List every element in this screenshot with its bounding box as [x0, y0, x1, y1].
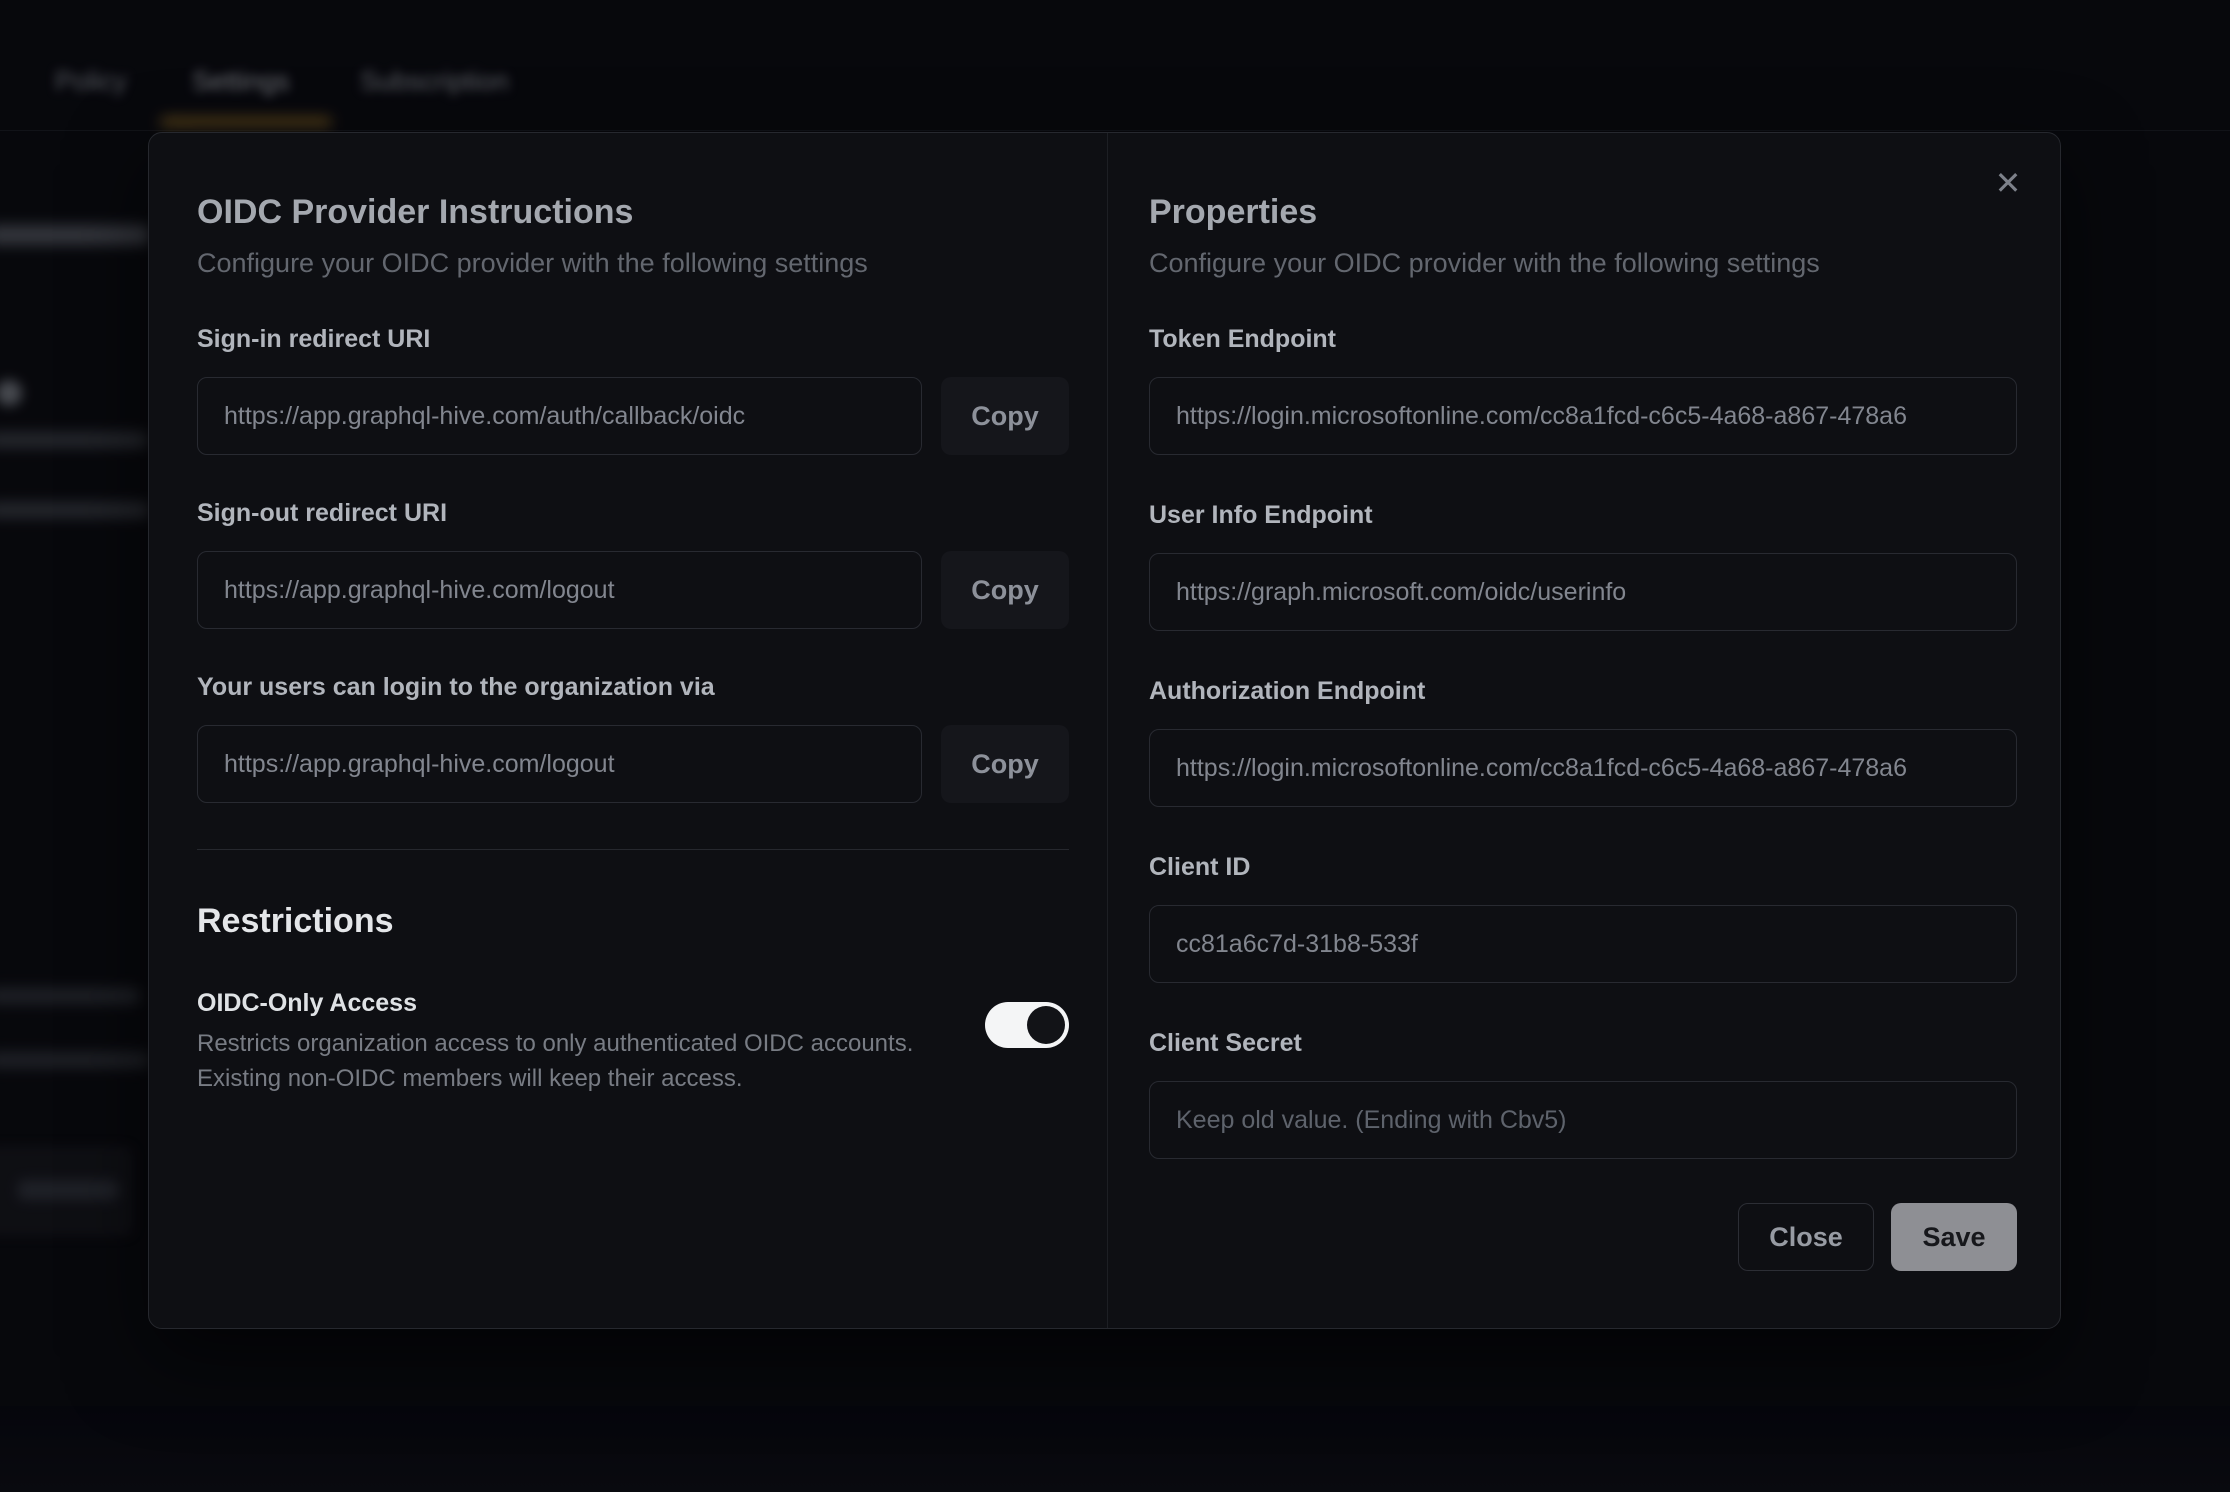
client-secret-label: Client Secret — [1149, 1027, 2017, 1059]
token-endpoint-field: Token Endpoint — [1149, 323, 2017, 455]
signout-redirect-field: Sign-out redirect URI Copy — [197, 497, 1069, 629]
oidc-only-access-label: OIDC-Only Access — [197, 986, 945, 1020]
login-url-field: Your users can login to the organization… — [197, 671, 1069, 803]
instructions-title: OIDC Provider Instructions — [197, 191, 1069, 233]
screen: Policy Settings Subscription ✕ OIDC Prov… — [0, 0, 2230, 1492]
signin-redirect-label: Sign-in redirect URI — [197, 323, 1069, 355]
client-secret-field: Client Secret — [1149, 1027, 2017, 1159]
userinfo-endpoint-input[interactable] — [1149, 553, 2017, 631]
properties-subtitle: Configure your OIDC provider with the fo… — [1149, 247, 2017, 279]
oidc-only-access-toggle[interactable] — [985, 1002, 1069, 1048]
client-secret-input[interactable] — [1149, 1081, 2017, 1159]
client-id-input[interactable] — [1149, 905, 2017, 983]
signin-redirect-field: Sign-in redirect URI Copy — [197, 323, 1069, 455]
oidc-only-access-row: OIDC-Only Access Restricts organization … — [197, 986, 1069, 1096]
userinfo-endpoint-field: User Info Endpoint — [1149, 499, 2017, 631]
signin-redirect-input[interactable] — [197, 377, 922, 455]
login-url-input[interactable] — [197, 725, 922, 803]
authorization-endpoint-input[interactable] — [1149, 729, 2017, 807]
toggle-knob — [1027, 1006, 1065, 1044]
userinfo-endpoint-label: User Info Endpoint — [1149, 499, 2017, 531]
restrictions-title: Restrictions — [197, 900, 1069, 942]
restrictions-divider — [197, 849, 1069, 850]
client-id-field: Client ID — [1149, 851, 2017, 983]
instructions-subtitle: Configure your OIDC provider with the fo… — [197, 247, 1069, 279]
signout-redirect-input[interactable] — [197, 551, 922, 629]
copy-signout-button[interactable]: Copy — [941, 551, 1069, 629]
authorization-endpoint-field: Authorization Endpoint — [1149, 675, 2017, 807]
column-divider — [1107, 133, 1108, 1328]
properties-column: Properties Configure your OIDC provider … — [1149, 191, 2017, 1271]
oidc-settings-modal: ✕ OIDC Provider Instructions Configure y… — [148, 132, 2061, 1329]
token-endpoint-label: Token Endpoint — [1149, 323, 2017, 355]
oidc-only-access-description: Restricts organization access to only au… — [197, 1026, 945, 1096]
client-id-label: Client ID — [1149, 851, 2017, 883]
copy-signin-button[interactable]: Copy — [941, 377, 1069, 455]
modal-actions: Close Save — [1149, 1203, 2017, 1271]
copy-login-url-button[interactable]: Copy — [941, 725, 1069, 803]
token-endpoint-input[interactable] — [1149, 377, 2017, 455]
login-url-label: Your users can login to the organization… — [197, 671, 1069, 703]
instructions-column: OIDC Provider Instructions Configure you… — [197, 191, 1069, 1096]
signout-redirect-label: Sign-out redirect URI — [197, 497, 1069, 529]
authorization-endpoint-label: Authorization Endpoint — [1149, 675, 2017, 707]
properties-title: Properties — [1149, 191, 2017, 233]
close-button[interactable]: Close — [1738, 1203, 1874, 1271]
save-button[interactable]: Save — [1891, 1203, 2017, 1271]
